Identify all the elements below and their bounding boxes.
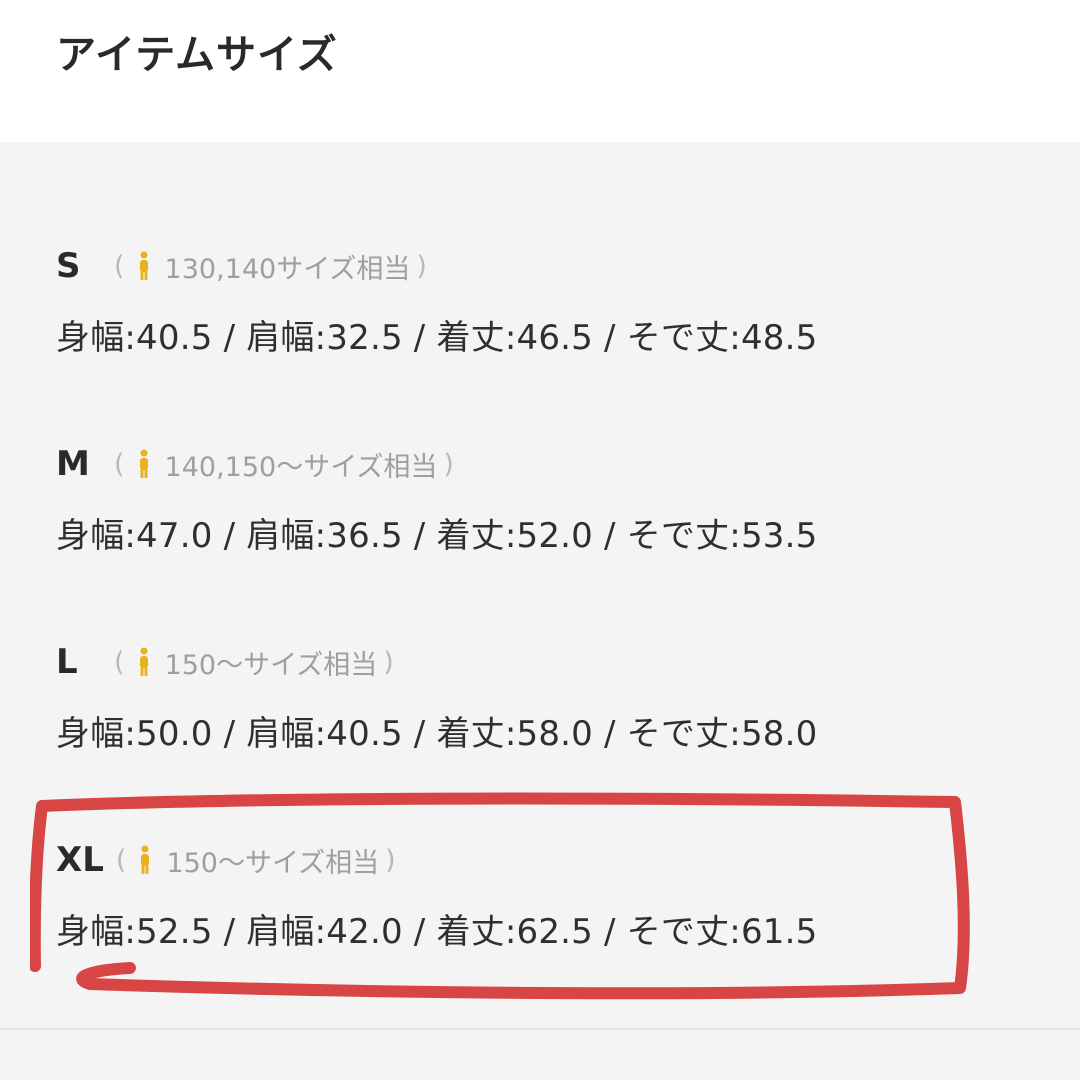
close-paren: ) <box>416 250 427 282</box>
bottom-divider <box>0 1028 1080 1030</box>
open-paren: ( <box>115 844 127 876</box>
size-equivalent: 150〜サイズ相当 <box>164 649 378 681</box>
open-paren: ( <box>114 250 125 282</box>
person-icon <box>139 449 148 478</box>
size-block-xl: XL ( 150〜サイズ相当 ) 身幅:52.5 / 肩幅:42.0 / 着丈:… <box>56 838 1016 953</box>
size-measurements: 身幅:47.0 / 肩幅:36.5 / 着丈:52.0 / そで丈:53.5 <box>56 516 818 556</box>
size-equivalent: 150〜サイズ相当 <box>166 847 380 879</box>
size-block-s: S ( 130,140サイズ相当 ) 身幅:40.5 / 肩幅:32.5 / 着… <box>56 244 1016 359</box>
size-head: L ( 150〜サイズ相当 ) <box>56 640 1016 684</box>
open-paren: ( <box>114 448 125 480</box>
size-measurements: 身幅:52.5 / 肩幅:42.0 / 着丈:62.5 / そで丈:61.5 <box>56 912 818 952</box>
person-icon <box>139 251 148 280</box>
size-head: XL ( 150〜サイズ相当 ) <box>56 838 1016 882</box>
page-title: アイテムサイズ <box>56 32 338 78</box>
size-equivalent: 140,150〜サイズ相当 <box>164 451 438 483</box>
size-measurements: 身幅:50.0 / 肩幅:40.5 / 着丈:58.0 / そで丈:58.0 <box>56 714 818 754</box>
close-paren: ) <box>385 844 396 876</box>
person-icon <box>139 647 148 676</box>
size-note: ( 130,140サイズ相当 ) <box>108 247 433 286</box>
size-label: L <box>56 642 78 682</box>
open-paren: ( <box>114 646 125 678</box>
size-block-m: M ( 140,150〜サイズ相当 ) 身幅:47.0 / 肩幅:36.5 / … <box>56 442 1016 557</box>
size-label: XL <box>56 840 104 880</box>
close-paren: ) <box>443 448 454 480</box>
size-equivalent: 130,140サイズ相当 <box>164 253 411 285</box>
size-note: ( 150〜サイズ相当 ) <box>110 841 402 880</box>
person-icon <box>141 845 150 874</box>
page: アイテムサイズ S ( 130,140サイズ相当 ) 身幅:40.5 / 肩幅:… <box>0 0 1080 1080</box>
size-block-l: L ( 150〜サイズ相当 ) 身幅:50.0 / 肩幅:40.5 / 着丈:5… <box>56 640 1016 755</box>
size-head: S ( 130,140サイズ相当 ) <box>56 244 1016 288</box>
size-label: M <box>56 444 90 484</box>
size-note: ( 150〜サイズ相当 ) <box>108 643 400 682</box>
close-paren: ) <box>383 646 394 678</box>
size-head: M ( 140,150〜サイズ相当 ) <box>56 442 1016 486</box>
size-label: S <box>56 246 81 286</box>
header: アイテムサイズ <box>0 0 1080 142</box>
size-measurements: 身幅:40.5 / 肩幅:32.5 / 着丈:46.5 / そで丈:48.5 <box>56 318 818 358</box>
size-note: ( 140,150〜サイズ相当 ) <box>108 445 460 484</box>
